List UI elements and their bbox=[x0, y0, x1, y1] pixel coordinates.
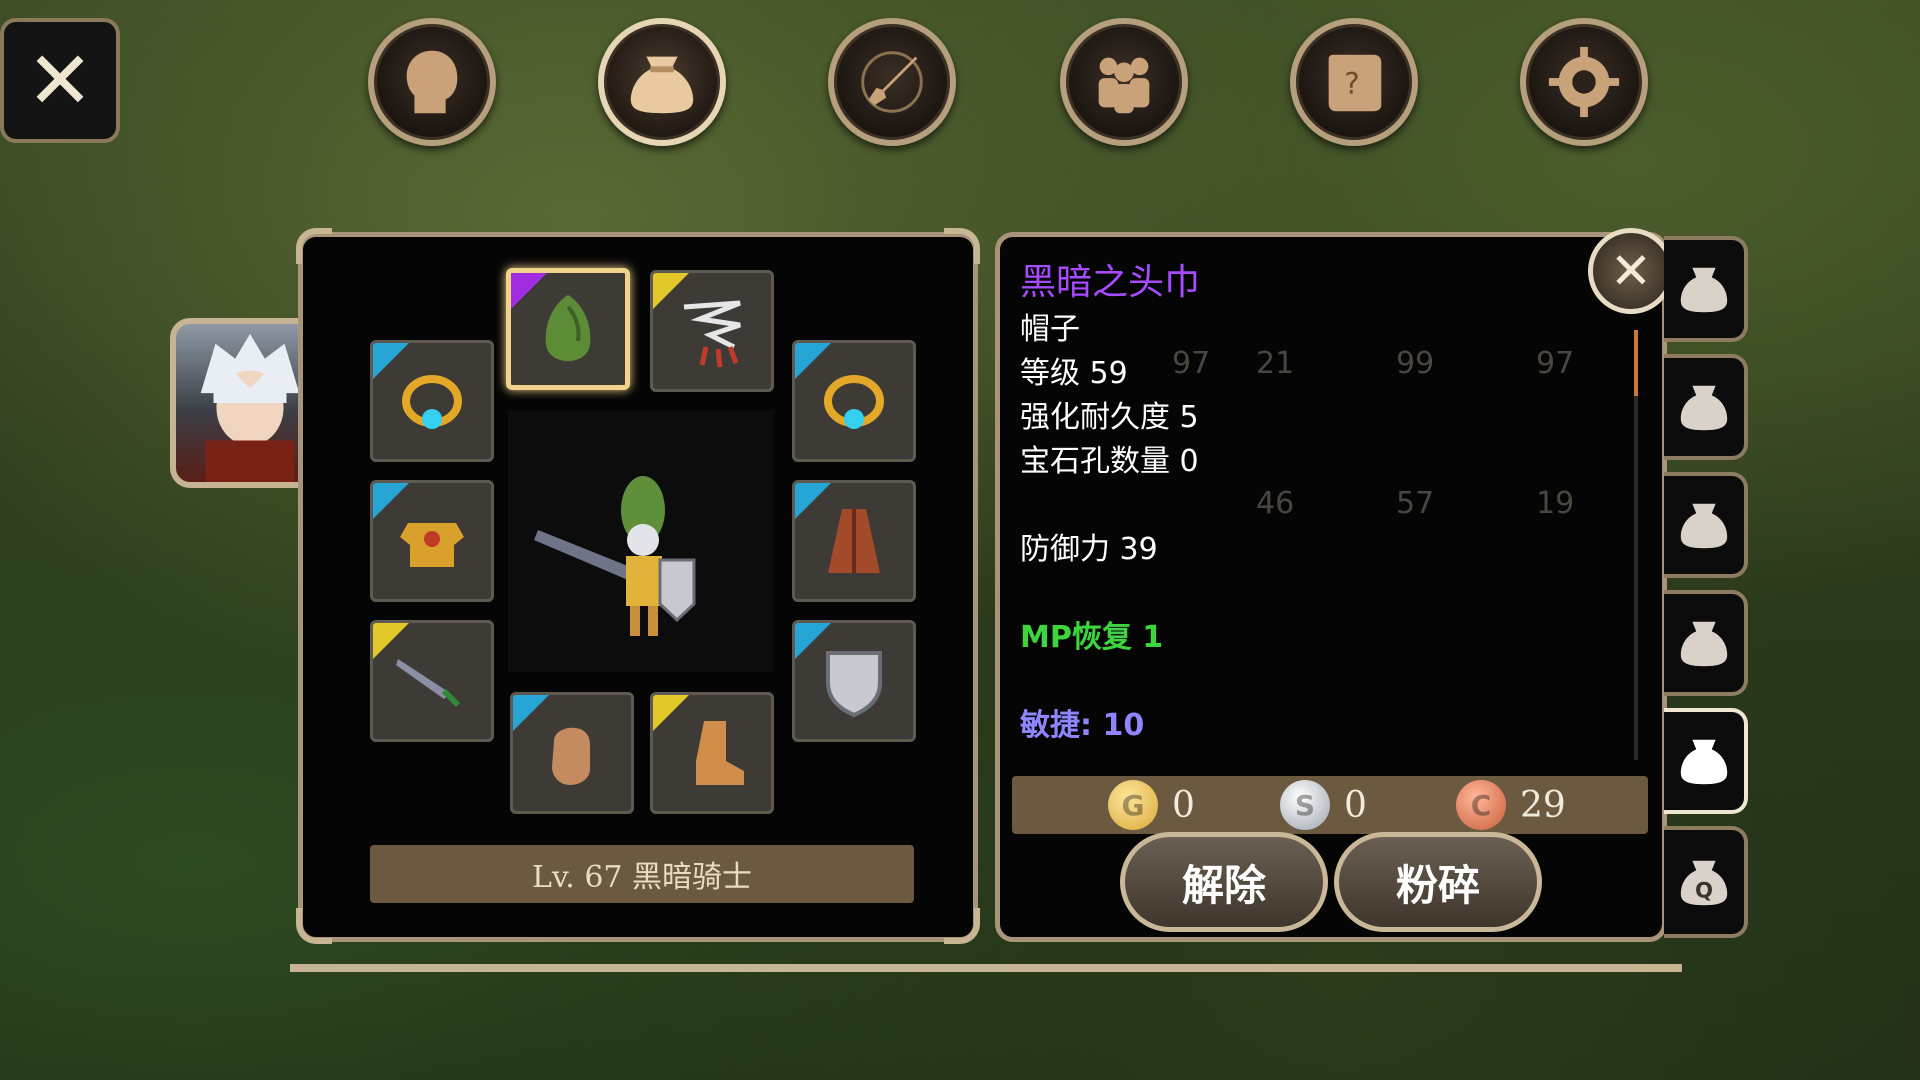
sword-compass-icon bbox=[861, 51, 923, 113]
rarity-marker bbox=[373, 483, 409, 519]
bottom-divider bbox=[290, 964, 1682, 972]
item-durability: 强化耐久度 5 bbox=[1020, 400, 1199, 435]
unequip-label: 解除 bbox=[1181, 860, 1266, 910]
close-detail-button[interactable]: ✕ bbox=[1588, 228, 1674, 314]
character-name: Lv. 67 黑暗骑士 bbox=[531, 860, 753, 895]
item-bonus-mp: MP恢复 1 bbox=[1020, 620, 1164, 655]
skills-tab-button[interactable] bbox=[828, 18, 956, 146]
item-defense: 防御力 39 bbox=[1020, 532, 1158, 567]
detail-scrollbar[interactable] bbox=[1634, 330, 1638, 760]
copper-coin-icon: C bbox=[1456, 780, 1506, 830]
gold-currency: G 0 bbox=[1108, 780, 1195, 830]
panel-corner bbox=[296, 228, 332, 264]
svg-text:Q: Q bbox=[1695, 878, 1713, 903]
rarity-marker bbox=[653, 273, 689, 309]
unequip-button[interactable]: 解除 bbox=[1120, 832, 1328, 932]
item-level: 等级 59 bbox=[1020, 356, 1128, 391]
slot-necklace[interactable] bbox=[650, 270, 774, 392]
item-bonus-agility: 敏捷: 10 bbox=[1020, 708, 1145, 743]
settings-tab-button[interactable] bbox=[1520, 18, 1648, 146]
slot-armor[interactable] bbox=[370, 480, 494, 602]
bag-tab-5[interactable] bbox=[1664, 708, 1748, 814]
silver-currency: S 0 bbox=[1280, 780, 1367, 830]
item-info: 黑暗之头巾 帽子 等级 59 强化耐久度 5 宝石孔数量 0 防御力 39 MP… bbox=[1020, 258, 1620, 748]
quest-bag-icon: Q bbox=[1680, 860, 1728, 906]
silver-amount: 0 bbox=[1344, 784, 1367, 826]
inventory-tab-button[interactable] bbox=[598, 18, 726, 146]
bag-tab-3[interactable] bbox=[1664, 472, 1748, 578]
bag-icon bbox=[630, 56, 694, 114]
item-name: 黑暗之头巾 bbox=[1020, 262, 1201, 303]
gold-coin-icon: G bbox=[1108, 780, 1158, 830]
copper-currency: C 29 bbox=[1456, 780, 1566, 830]
slot-cloak[interactable] bbox=[792, 480, 916, 602]
close-icon: ✕ bbox=[1610, 242, 1652, 300]
party-tab-button[interactable] bbox=[1060, 18, 1188, 146]
close-menu-button[interactable]: ✕ bbox=[0, 18, 120, 143]
rarity-marker bbox=[511, 273, 547, 309]
slot-ring-right[interactable] bbox=[792, 340, 916, 462]
silver-coin-icon: S bbox=[1280, 780, 1330, 830]
character-preview bbox=[508, 410, 774, 672]
bag-icon bbox=[1680, 621, 1728, 667]
character-sprite bbox=[534, 476, 696, 636]
rarity-marker bbox=[795, 623, 831, 659]
close-icon: ✕ bbox=[26, 33, 94, 127]
slot-gloves[interactable] bbox=[510, 692, 634, 814]
quest-tab-button[interactable]: ? bbox=[1290, 18, 1418, 146]
bag-tab-4[interactable] bbox=[1664, 590, 1748, 696]
slot-weapon[interactable] bbox=[370, 620, 494, 742]
slot-ring-left[interactable] bbox=[370, 340, 494, 462]
currency-bar: G 0 S 0 C 29 bbox=[1012, 776, 1648, 834]
svg-text:?: ? bbox=[1344, 67, 1360, 101]
scrollbar-thumb[interactable] bbox=[1634, 330, 1638, 396]
gear-icon bbox=[1548, 46, 1620, 118]
bag-icon bbox=[1680, 385, 1728, 431]
bag-icon bbox=[1680, 739, 1728, 785]
character-tab-button[interactable] bbox=[368, 18, 496, 146]
bag-tab-1[interactable] bbox=[1664, 236, 1748, 342]
item-type: 帽子 bbox=[1020, 312, 1080, 347]
quest-bag-tab[interactable]: Q bbox=[1664, 826, 1748, 938]
rarity-marker bbox=[795, 483, 831, 519]
panel-corner bbox=[944, 228, 980, 264]
slot-helmet[interactable] bbox=[506, 268, 630, 390]
panel-corner bbox=[296, 908, 332, 944]
quest-scroll-icon: ? bbox=[1328, 54, 1382, 112]
party-icon bbox=[1098, 57, 1150, 114]
bag-icon bbox=[1680, 503, 1728, 549]
smash-label: 粉碎 bbox=[1395, 860, 1480, 910]
head-silhouette-icon bbox=[406, 50, 458, 114]
gold-amount: 0 bbox=[1172, 784, 1195, 826]
bag-tab-2[interactable] bbox=[1664, 354, 1748, 460]
rarity-marker bbox=[795, 343, 831, 379]
rarity-marker bbox=[373, 343, 409, 379]
rarity-marker bbox=[513, 695, 549, 731]
rarity-marker bbox=[373, 623, 409, 659]
slot-shield[interactable] bbox=[792, 620, 916, 742]
smash-button[interactable]: 粉碎 bbox=[1334, 832, 1542, 932]
character-name-bar: Lv. 67 黑暗骑士 bbox=[370, 845, 914, 903]
rarity-marker bbox=[653, 695, 689, 731]
panel-corner bbox=[944, 908, 980, 944]
copper-amount: 29 bbox=[1520, 784, 1566, 826]
bag-icon bbox=[1680, 267, 1728, 313]
slot-boots[interactable] bbox=[650, 692, 774, 814]
item-sockets: 宝石孔数量 0 bbox=[1020, 444, 1199, 479]
